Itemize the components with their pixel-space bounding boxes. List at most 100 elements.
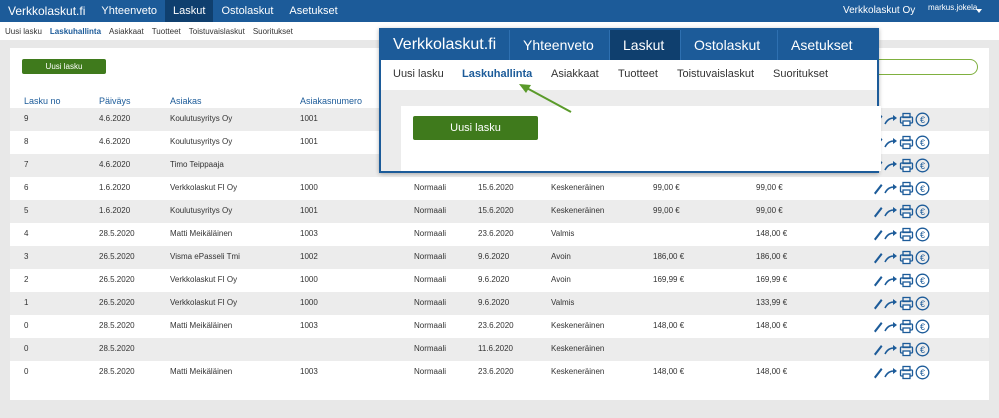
printer-icon[interactable]	[899, 227, 914, 242]
subnav-tuotteet[interactable]: Tuotteet	[152, 27, 181, 36]
zoom-brand[interactable]: Verkkolaskut.fi	[393, 30, 496, 60]
company-name[interactable]: Verkkolaskut Oy	[843, 0, 915, 22]
header-invoice-no[interactable]: Lasku no	[24, 96, 61, 106]
forward-arrow-icon[interactable]	[884, 204, 898, 219]
forward-arrow-icon[interactable]	[884, 135, 898, 150]
table-cell: 26.5.2020	[99, 298, 135, 307]
printer-icon[interactable]	[899, 319, 914, 334]
brand-logo[interactable]: Verkkolaskut.fi	[0, 0, 93, 22]
nav-yhteenveto[interactable]: Yhteenveto	[93, 0, 165, 22]
table-cell: 26.5.2020	[99, 252, 135, 261]
header-date[interactable]: Päiväys	[99, 96, 131, 106]
table-row[interactable]: 3 26.5.2020 Visma ePasseli Tmi 1002 Normaali…	[10, 246, 989, 269]
nav-asetukset[interactable]: Asetukset	[281, 0, 345, 22]
printer-icon[interactable]	[899, 365, 914, 380]
subnav-uusi-lasku[interactable]: Uusi lasku	[5, 27, 42, 36]
search-input[interactable]	[870, 59, 978, 75]
table-row[interactable]: 0 28.5.2020 Normaali 11.6.2020 Keskeneräinen…	[10, 338, 989, 361]
euro-icon[interactable]: €	[915, 112, 930, 127]
pencil-icon[interactable]	[872, 365, 884, 380]
euro-icon[interactable]: €	[915, 296, 930, 311]
zoom-nav-yhteenveto[interactable]: Yhteenveto	[523, 30, 594, 60]
table-row[interactable]: 2 26.5.2020 Verkkolaskut FI Oy 1000 Normaali…	[10, 269, 989, 292]
zoom-subnav-asiakkaat[interactable]: Asiakkaat	[551, 68, 599, 80]
table-cell: 0	[24, 367, 29, 376]
header-customer[interactable]: Asiakas	[170, 96, 202, 106]
nav-ostolaskut[interactable]: Ostolaskut	[213, 0, 281, 22]
zoom-nav-ostolaskut[interactable]: Ostolaskut	[694, 30, 760, 60]
zoom-subnav-laskuhallinta[interactable]: Laskuhallinta	[462, 68, 532, 80]
forward-arrow-icon[interactable]	[884, 158, 898, 173]
table-cell: Verkkolaskut FI Oy	[170, 275, 238, 284]
euro-icon[interactable]: €	[915, 227, 930, 242]
euro-icon[interactable]: €	[915, 204, 930, 219]
pencil-icon[interactable]	[872, 181, 884, 196]
pencil-icon[interactable]	[872, 342, 884, 357]
zoom-subnav-suoritukset[interactable]: Suoritukset	[773, 68, 828, 80]
forward-arrow-icon[interactable]	[884, 181, 898, 196]
printer-icon[interactable]	[899, 296, 914, 311]
pencil-icon[interactable]	[872, 250, 884, 265]
subnav-toistuvaislaskut[interactable]: Toistuvaislaskut	[189, 27, 245, 36]
euro-icon[interactable]: €	[915, 158, 930, 173]
table-cell: Normaali	[414, 183, 447, 192]
euro-icon[interactable]: €	[915, 365, 930, 380]
table-cell: 9.6.2020	[478, 298, 510, 307]
table-row[interactable]: 1 26.5.2020 Verkkolaskut FI Oy 1000 Normaali…	[10, 292, 989, 315]
zoom-nav-laskut[interactable]: Laskut	[623, 30, 664, 60]
pencil-icon[interactable]	[872, 319, 884, 334]
printer-icon[interactable]	[899, 181, 914, 196]
pencil-icon[interactable]	[872, 204, 884, 219]
euro-icon[interactable]: €	[915, 273, 930, 288]
forward-arrow-icon[interactable]	[884, 273, 898, 288]
zoom-nav-asetukset[interactable]: Asetukset	[791, 30, 852, 60]
forward-arrow-icon[interactable]	[884, 319, 898, 334]
pencil-icon[interactable]	[872, 227, 884, 242]
zoom-nav-separator	[509, 30, 510, 60]
forward-arrow-icon[interactable]	[884, 342, 898, 357]
table-cell: 99,00 €	[756, 183, 783, 192]
printer-icon[interactable]	[899, 112, 914, 127]
callout-arrow-icon	[519, 84, 572, 113]
printer-icon[interactable]	[899, 250, 914, 265]
printer-icon[interactable]	[899, 342, 914, 357]
printer-icon[interactable]	[899, 135, 914, 150]
forward-arrow-icon[interactable]	[884, 112, 898, 127]
euro-icon[interactable]: €	[915, 250, 930, 265]
forward-arrow-icon[interactable]	[884, 250, 898, 265]
table-row[interactable]: 0 28.5.2020 Matti Meikäläinen 1003 Normaali 2…	[10, 361, 989, 384]
printer-icon[interactable]	[899, 273, 914, 288]
nav-laskut[interactable]: Laskut	[165, 0, 214, 22]
table-cell: 148,00 €	[756, 229, 788, 238]
forward-arrow-icon[interactable]	[884, 296, 898, 311]
row-actions: €	[872, 158, 932, 173]
pencil-icon[interactable]	[872, 296, 884, 311]
table-row[interactable]: 0 28.5.2020 Matti Meikäläinen 1003 Normaali 2…	[10, 315, 989, 338]
table-row[interactable]: 6 1.6.2020 Verkkolaskut FI Oy 1000 Normaali 1…	[10, 177, 989, 200]
forward-arrow-icon[interactable]	[884, 227, 898, 242]
pencil-icon[interactable]	[872, 273, 884, 288]
zoom-new-invoice-button[interactable]: Uusi lasku	[413, 116, 538, 140]
forward-arrow-icon[interactable]	[884, 365, 898, 380]
table-cell: 4	[24, 229, 29, 238]
row-actions: €	[872, 227, 932, 242]
subnav-laskuhallinta[interactable]: Laskuhallinta	[50, 27, 101, 36]
printer-icon[interactable]	[899, 204, 914, 219]
user-menu[interactable]: markus.jokela	[928, 0, 982, 22]
table-row[interactable]: 5 1.6.2020 Koulutusyritys Oy 1001 Normaali 15…	[10, 200, 989, 223]
zoom-subnav-uusi-lasku[interactable]: Uusi lasku	[393, 68, 444, 80]
euro-icon[interactable]: €	[915, 135, 930, 150]
table-cell: 186,00 €	[756, 252, 788, 261]
printer-icon[interactable]	[899, 158, 914, 173]
subnav-suoritukset[interactable]: Suoritukset	[253, 27, 293, 36]
table-cell: Matti Meikäläinen	[170, 367, 233, 376]
subnav-asiakkaat[interactable]: Asiakkaat	[109, 27, 144, 36]
header-customer-number[interactable]: Asiakasnumero	[300, 96, 362, 106]
table-row[interactable]: 4 28.5.2020 Matti Meikäläinen 1003 Normaali 2…	[10, 223, 989, 246]
zoom-subnav-toistuvaislaskut[interactable]: Toistuvaislaskut	[677, 68, 754, 80]
zoom-subnav-tuotteet[interactable]: Tuotteet	[618, 68, 658, 80]
euro-icon[interactable]: €	[915, 342, 930, 357]
euro-icon[interactable]: €	[915, 319, 930, 334]
euro-icon[interactable]: €	[915, 181, 930, 196]
new-invoice-button[interactable]: Uusi lasku	[22, 59, 106, 74]
